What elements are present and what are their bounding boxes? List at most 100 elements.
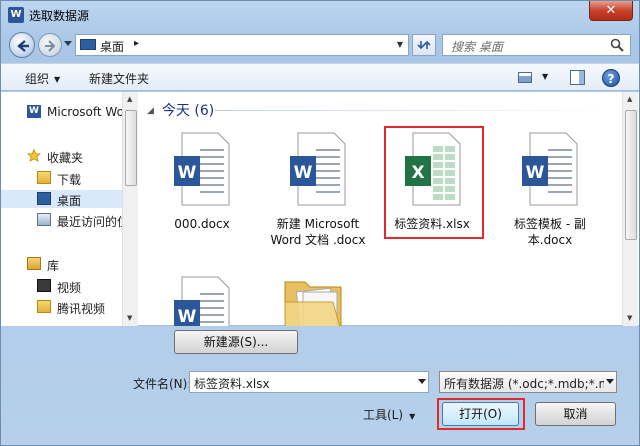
open-button-highlight bbox=[437, 398, 525, 430]
file-name: 标签模板 - 副本.docx bbox=[514, 217, 586, 247]
recent-locations-dropdown[interactable] bbox=[64, 41, 72, 46]
title-bar: W 选取数据源 ✕ bbox=[1, 1, 639, 29]
desktop-icon bbox=[37, 192, 51, 205]
sidebar-item-label: 下载 bbox=[57, 173, 82, 187]
sidebar-item-label: 视频 bbox=[57, 281, 82, 295]
file-tile[interactable]: W 新建 Microsoft Word 文档 .docx bbox=[263, 128, 373, 258]
scroll-up-icon[interactable]: ▲ bbox=[127, 95, 132, 103]
recent-places-icon bbox=[37, 213, 51, 226]
group-label: 今天 (6) bbox=[161, 103, 215, 119]
filename-value[interactable]: 标签资料.xlsx bbox=[194, 375, 270, 392]
back-button[interactable] bbox=[9, 32, 35, 58]
forward-button[interactable] bbox=[38, 33, 62, 57]
file-tile[interactable]: W 标签模板 - 副本.docx bbox=[495, 128, 605, 258]
sidebar-scrollbar[interactable]: ▲ ▼ bbox=[122, 92, 138, 326]
svg-text:W: W bbox=[178, 307, 197, 326]
word-app-icon: W bbox=[8, 7, 24, 23]
file-tile[interactable]: W bbox=[147, 272, 257, 326]
view-dropdown-icon[interactable]: ▼ bbox=[542, 72, 548, 81]
organize-label: 组织 bbox=[25, 72, 50, 86]
scroll-down-icon[interactable]: ▼ bbox=[127, 314, 132, 322]
open-file-dialog: W 选取数据源 ✕ 桌面 ▸ ▼ 搜索 桌面 组织 ▼ 新建文件夹 ▼ ? W … bbox=[0, 0, 640, 446]
change-view-icon[interactable] bbox=[518, 72, 532, 83]
search-icon[interactable] bbox=[610, 38, 624, 52]
folder-icon bbox=[284, 281, 342, 326]
sidebar-item-desktop[interactable]: 桌面 bbox=[1, 190, 122, 208]
svg-text:W: W bbox=[526, 163, 545, 183]
preview-pane-icon[interactable] bbox=[570, 70, 585, 85]
collapse-icon[interactable]: ◢ bbox=[147, 106, 154, 116]
sidebar-item-label: 最近访问的位 bbox=[57, 215, 122, 229]
sidebar-item-label: 库 bbox=[47, 259, 60, 273]
address-dropdown-icon[interactable]: ▼ bbox=[392, 35, 408, 55]
word-document-icon: W bbox=[174, 132, 230, 206]
library-icon bbox=[27, 257, 41, 270]
command-toolbar: 组织 ▼ 新建文件夹 ▼ ? bbox=[1, 63, 639, 91]
dialog-title: 选取数据源 bbox=[29, 9, 90, 23]
file-list-scroll-thumb[interactable] bbox=[625, 110, 637, 240]
back-arrow-icon bbox=[17, 40, 29, 52]
file-tile[interactable] bbox=[263, 272, 373, 326]
word-document-icon: W bbox=[522, 132, 578, 206]
address-bar[interactable]: 桌面 ▸ ▼ bbox=[75, 34, 409, 56]
sidebar-scroll-thumb[interactable] bbox=[125, 110, 137, 186]
tools-menu[interactable]: 工具(L) ▼ bbox=[363, 406, 415, 423]
new-source-button[interactable]: 新建源(S)... bbox=[174, 330, 298, 354]
sidebar-item-label: 收藏夹 bbox=[47, 151, 84, 165]
file-list: ◢ 今天 (6) W 000.docx W 新建 Microsoft Word … bbox=[139, 92, 622, 326]
word-icon: W bbox=[27, 105, 41, 118]
tools-label: 工具(L) bbox=[363, 408, 404, 422]
chevron-right-icon[interactable]: ▸ bbox=[134, 38, 139, 49]
chevron-down-icon: ▼ bbox=[54, 75, 61, 84]
navigation-bar: 桌面 ▸ ▼ 搜索 桌面 bbox=[1, 29, 639, 61]
sidebar-item-videos[interactable]: 视频 bbox=[1, 277, 122, 295]
help-icon[interactable]: ? bbox=[602, 69, 620, 87]
sidebar-item-downloads[interactable]: 下载 bbox=[1, 169, 122, 187]
selection-highlight bbox=[384, 126, 484, 239]
chevron-down-icon[interactable] bbox=[606, 379, 614, 384]
folder-icon bbox=[37, 300, 51, 313]
desktop-icon bbox=[80, 39, 96, 50]
sidebar-item-label: 桌面 bbox=[57, 194, 82, 208]
svg-text:W: W bbox=[178, 163, 197, 183]
download-folder-icon bbox=[37, 171, 51, 184]
cancel-button[interactable]: 取消 bbox=[535, 402, 616, 426]
sidebar-item-tencent-video[interactable]: 腾讯视频 bbox=[1, 298, 122, 316]
sidebar-item-microsoft-word[interactable]: W Microsoft Wo bbox=[1, 103, 122, 121]
refresh-icon bbox=[417, 40, 431, 50]
navigation-pane: W Microsoft Wo 收藏夹 下载 桌面 最近访问的位 库 视频 腾讯视… bbox=[1, 92, 122, 326]
svg-text:W: W bbox=[294, 163, 313, 183]
close-button[interactable]: ✕ bbox=[589, 1, 633, 21]
sidebar-item-label: 腾讯视频 bbox=[57, 302, 106, 316]
file-name: 000.docx bbox=[174, 217, 230, 231]
star-icon bbox=[27, 149, 41, 162]
sidebar-item-label: Microsoft Wo bbox=[47, 105, 122, 119]
filename-label: 文件名(N): bbox=[133, 377, 192, 391]
new-folder-button[interactable]: 新建文件夹 bbox=[89, 70, 149, 87]
word-document-icon: W bbox=[174, 276, 230, 326]
file-name: 新建 Microsoft Word 文档 .docx bbox=[270, 217, 366, 247]
group-divider bbox=[215, 110, 615, 111]
organize-menu[interactable]: 组织 ▼ bbox=[25, 70, 60, 87]
sidebar-item-libraries[interactable]: 库 bbox=[1, 255, 122, 273]
content-area: W Microsoft Wo 收藏夹 下载 桌面 最近访问的位 库 视频 腾讯视… bbox=[1, 92, 639, 326]
filetype-value: 所有数据源 (*.odc;*.mdb;*.md bbox=[444, 377, 604, 391]
sidebar-item-favorites[interactable]: 收藏夹 bbox=[1, 147, 122, 165]
file-tile[interactable]: W 000.docx bbox=[147, 128, 257, 238]
filename-field[interactable]: 标签资料.xlsx bbox=[189, 371, 429, 393]
address-location[interactable]: 桌面 bbox=[100, 38, 124, 55]
scroll-down-icon[interactable]: ▼ bbox=[627, 314, 632, 322]
word-document-icon: W bbox=[290, 132, 346, 206]
chevron-down-icon: ▼ bbox=[409, 412, 416, 421]
search-input[interactable]: 搜索 桌面 bbox=[451, 38, 503, 55]
file-list-scrollbar[interactable]: ▲ ▼ bbox=[622, 92, 638, 326]
search-box[interactable]: 搜索 桌面 bbox=[442, 34, 631, 56]
refresh-button[interactable] bbox=[412, 34, 436, 56]
scroll-up-icon[interactable]: ▲ bbox=[627, 95, 632, 103]
video-library-icon bbox=[37, 279, 51, 292]
filetype-select[interactable]: 所有数据源 (*.odc;*.mdb;*.md bbox=[439, 371, 617, 393]
forward-arrow-icon bbox=[45, 40, 56, 52]
group-header-today[interactable]: ◢ 今天 (6) bbox=[147, 100, 214, 120]
chevron-down-icon[interactable] bbox=[418, 379, 426, 384]
sidebar-item-recent-places[interactable]: 最近访问的位 bbox=[1, 211, 122, 229]
